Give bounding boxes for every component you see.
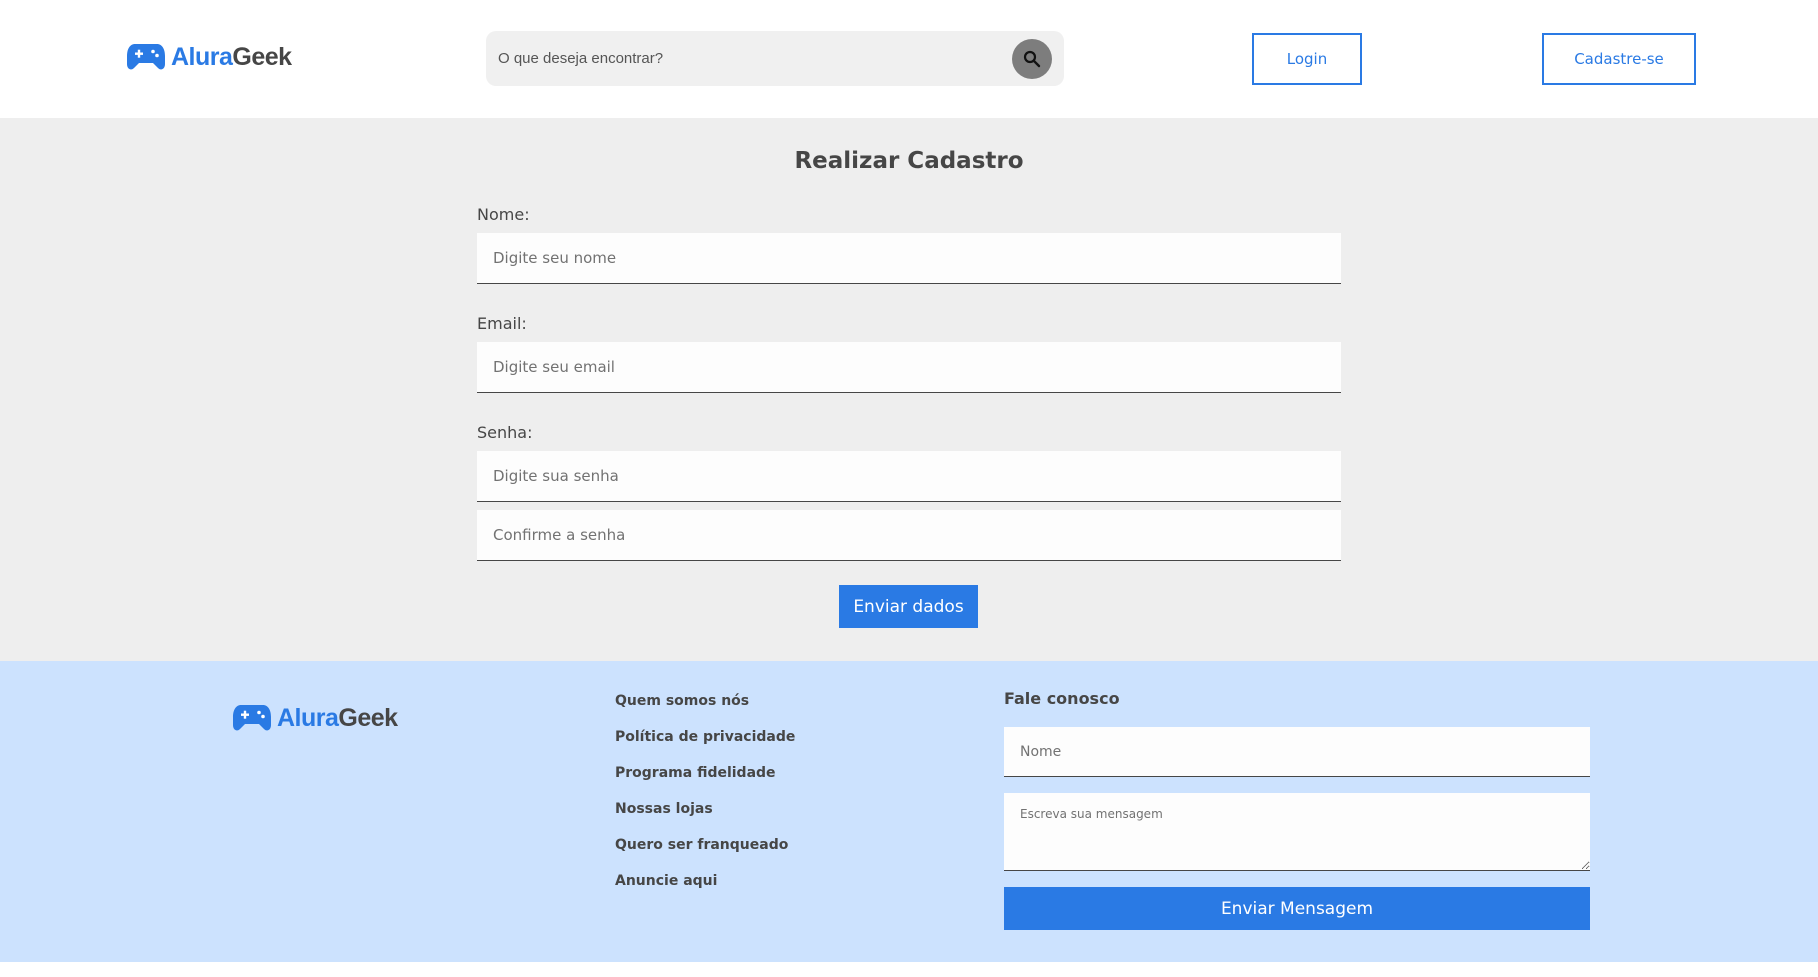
- footer-link-franqueado[interactable]: Quero ser franqueado: [615, 834, 795, 870]
- footer-link-lojas[interactable]: Nossas lojas: [615, 798, 795, 834]
- footer-link-fidelidade[interactable]: Programa fidelidade: [615, 762, 795, 798]
- gamepad-icon: [233, 705, 271, 731]
- header-logo[interactable]: AluraGeek: [126, 42, 292, 72]
- submit-button[interactable]: Enviar dados: [839, 585, 978, 628]
- password-field[interactable]: [477, 451, 1341, 502]
- footer-link-privacidade[interactable]: Política de privacidade: [615, 726, 795, 762]
- email-label: Email:: [477, 314, 527, 333]
- search-button[interactable]: [1012, 39, 1052, 79]
- name-field[interactable]: [477, 233, 1341, 284]
- logo-wordmark: AluraGeek: [171, 42, 292, 71]
- email-field[interactable]: [477, 342, 1341, 393]
- signup-button[interactable]: Cadastre-se: [1542, 33, 1696, 85]
- password-label: Senha:: [477, 423, 533, 442]
- search-icon: [1023, 50, 1041, 68]
- site-footer: AluraGeek Quem somos nós Política de pri…: [0, 661, 1818, 962]
- logo-wordmark: AluraGeek: [277, 703, 398, 732]
- contact-name-field[interactable]: [1004, 727, 1590, 777]
- login-button[interactable]: Login: [1252, 33, 1362, 85]
- search-input[interactable]: [486, 31, 1006, 86]
- footer-link-quem-somos[interactable]: Quem somos nós: [615, 690, 795, 726]
- signup-section: Realizar Cadastro Nome: Email: Senha: En…: [0, 118, 1818, 661]
- footer-links: Quem somos nós Política de privacidade P…: [615, 690, 795, 906]
- search-bar: [486, 31, 1064, 86]
- confirm-password-field[interactable]: [477, 510, 1341, 561]
- page-title: Realizar Cadastro: [794, 148, 1024, 174]
- footer-logo[interactable]: AluraGeek: [232, 703, 398, 733]
- send-message-button[interactable]: Enviar Mensagem: [1004, 887, 1590, 930]
- name-label: Nome:: [477, 205, 530, 224]
- gamepad-icon: [127, 44, 165, 70]
- footer-link-anuncie[interactable]: Anuncie aqui: [615, 870, 795, 906]
- contact-title: Fale conosco: [1004, 689, 1120, 708]
- contact-message-field[interactable]: [1004, 793, 1590, 871]
- site-header: AluraGeek Login Cadastre-se: [0, 0, 1818, 118]
